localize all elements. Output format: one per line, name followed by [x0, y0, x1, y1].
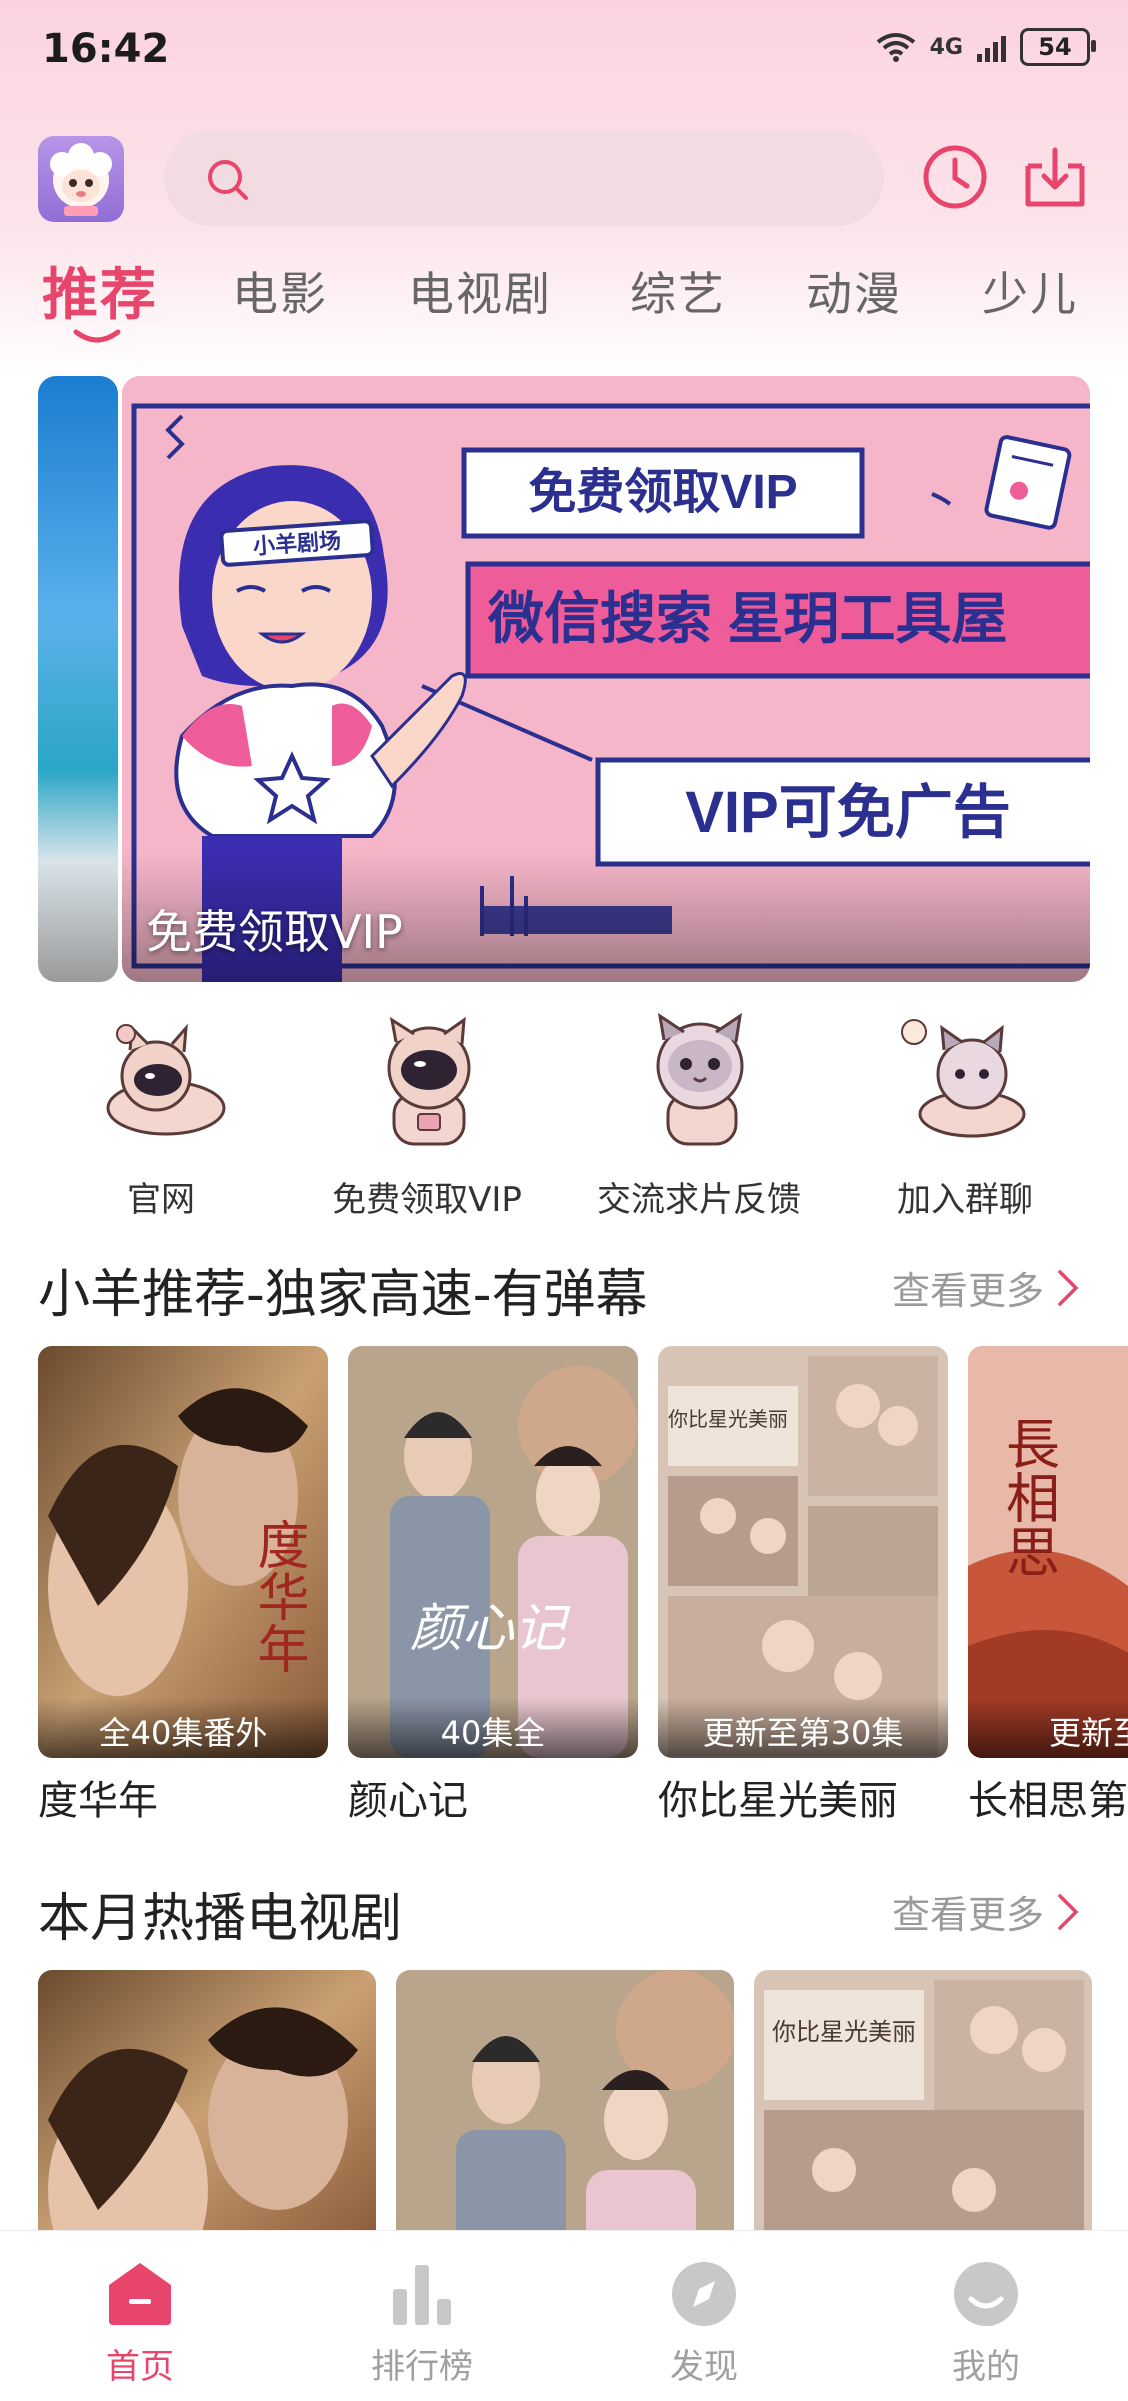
episode-badge: 更新至第30集 — [658, 1698, 948, 1758]
episode-badge: 40集全 — [348, 1698, 638, 1758]
quick-link-label: 官网 — [127, 1180, 195, 1220]
drama-poster[interactable]: 你比星光美丽 — [754, 1970, 1092, 2230]
nav-label: 首页 — [106, 2347, 174, 2387]
battery-level: 54 — [1038, 33, 1072, 61]
sheep-mascot-icon — [50, 143, 112, 216]
tab-anime[interactable]: 动漫 — [806, 258, 902, 324]
tab-tv-series[interactable]: 电视剧 — [408, 258, 552, 324]
tab-kids[interactable]: 少儿 — [982, 258, 1078, 324]
quick-link-join-group[interactable]: 加入群聊 — [840, 1010, 1090, 1221]
hot-tv-row: 你比星光美丽 — [38, 1970, 1128, 2230]
drama-title: 你比星光美丽 — [658, 1778, 898, 1824]
quick-link-label: 加入群聊 — [897, 1180, 1033, 1220]
banner-box3-text: VIP可免广告 — [685, 780, 1011, 845]
section-title-recommend: 小羊推荐-独家高速-有弹幕 — [38, 1265, 648, 1325]
quick-links: 官网 免费领取VIP 交流求片反馈 加入群聊 — [0, 1010, 1128, 1230]
poster-art-title: 長相思 — [997, 1416, 1060, 1578]
tab-recommend[interactable]: 推荐 — [42, 250, 158, 331]
episode-badge: 全40集番外 — [38, 1698, 328, 1758]
poster-art-title: 你比星光美丽 — [772, 2018, 916, 2046]
promo-banner[interactable]: 小羊剧场 免费领取VIP 微信搜索 星玥工具屋 VIP可免广告 免费领取VIP — [122, 376, 1090, 982]
drama-card[interactable]: 颜心记 40集全 颜心记 — [348, 1346, 638, 1826]
quick-link-label: 免费领取VIP — [332, 1180, 522, 1220]
banner-previous-slide[interactable] — [38, 376, 118, 982]
drama-title: 度华年 — [38, 1778, 158, 1824]
cat-astronaut-icon — [901, 1019, 1026, 1138]
nav-label: 发现 — [670, 2347, 738, 2387]
wifi-icon — [876, 33, 915, 62]
banner-box2-text: 微信搜索 星玥工具屋 — [487, 587, 1008, 650]
poster-art-title: 颜心记 — [410, 1599, 571, 1659]
view-more-label: 查看更多 — [891, 1269, 1044, 1313]
search-icon — [208, 160, 248, 200]
tab-variety[interactable]: 综艺 — [630, 258, 726, 324]
view-more-link[interactable]: 查看更多 — [892, 1260, 1080, 1315]
home-icon — [109, 2263, 171, 2325]
profile-icon — [954, 2262, 1018, 2326]
chevron-right-icon — [1058, 1893, 1079, 1930]
nav-ranking[interactable]: 排行榜 — [342, 2259, 502, 2388]
network-type-label: 4G — [929, 34, 963, 60]
drama-poster: 颜心记 40集全 — [348, 1346, 638, 1758]
status-time: 16:42 — [42, 26, 170, 72]
nav-label: 排行榜 — [371, 2347, 473, 2387]
compass-icon — [672, 2262, 736, 2326]
status-bar: 16:42 4G 54 — [0, 0, 1128, 100]
nav-label: 我的 — [952, 2347, 1020, 2387]
quick-link-feedback[interactable]: 交流求片反馈 — [574, 1010, 824, 1221]
header-bar — [0, 130, 1128, 230]
drama-card[interactable]: 長相思 更新至第 长相思第 — [968, 1346, 1128, 1826]
banner-caption: 免费领取VIP — [146, 905, 403, 959]
quick-link-free-vip[interactable]: 免费领取VIP — [302, 1010, 552, 1221]
nav-me[interactable]: 我的 — [906, 2259, 1066, 2388]
download-icon[interactable] — [1020, 142, 1090, 212]
cat-astronaut-icon — [387, 1016, 471, 1146]
drama-title: 长相思第 — [968, 1778, 1128, 1824]
drama-card[interactable]: 度华年 全40集番外 度华年 — [38, 1346, 328, 1826]
cat-astronaut-icon — [656, 1012, 744, 1146]
banner-box1-text: 免费领取VIP — [528, 466, 797, 519]
status-icons: 4G 54 — [876, 28, 1096, 66]
search-input[interactable] — [164, 130, 884, 226]
poster-art-title: 度华年 — [248, 1518, 308, 1674]
view-more-label: 查看更多 — [891, 1893, 1044, 1937]
drama-poster[interactable] — [38, 1970, 376, 2230]
quick-link-website[interactable]: 官网 — [36, 1010, 286, 1221]
drama-poster[interactable] — [396, 1970, 734, 2230]
battery-icon: 54 — [1020, 28, 1096, 66]
nav-home[interactable]: 首页 — [60, 2259, 220, 2388]
tab-movie[interactable]: 电影 — [232, 258, 328, 324]
signal-bars-icon — [977, 32, 1006, 62]
drama-poster: 度华年 全40集番外 — [38, 1346, 328, 1758]
bottom-navigation: 首页 排行榜 发现 我的 — [0, 2230, 1128, 2401]
active-tab-indicator — [73, 329, 121, 343]
app-logo-avatar[interactable] — [38, 136, 124, 222]
drama-poster: 你比星光美丽 更新至第30集 — [658, 1346, 948, 1758]
view-more-link[interactable]: 查看更多 — [892, 1884, 1080, 1939]
chevron-right-icon — [1058, 1269, 1079, 1306]
cat-astronaut-icon — [106, 1023, 226, 1136]
drama-title: 颜心记 — [348, 1778, 468, 1824]
history-clock-icon[interactable] — [920, 142, 990, 212]
nav-discover[interactable]: 发现 — [624, 2259, 784, 2388]
drama-card[interactable]: 你比星光美丽 更新至第30集 你比星光美丽 — [658, 1346, 948, 1826]
recommend-row: 度华年 全40集番外 度华年 颜心记 40集全 颜心记 你比星光美丽 更新至第3… — [38, 1346, 1128, 1826]
category-tabs: 推荐 电影 电视剧 综艺 动漫 少儿 — [0, 248, 1128, 348]
section-title-hot-tv: 本月热播电视剧 — [38, 1889, 403, 1949]
quick-link-label: 交流求片反馈 — [597, 1180, 801, 1220]
episode-badge: 更新至第 — [968, 1698, 1128, 1758]
drama-poster: 長相思 更新至第 — [968, 1346, 1128, 1758]
bar-chart-icon — [393, 2265, 451, 2325]
poster-art-title: 你比星光美丽 — [668, 1407, 788, 1431]
